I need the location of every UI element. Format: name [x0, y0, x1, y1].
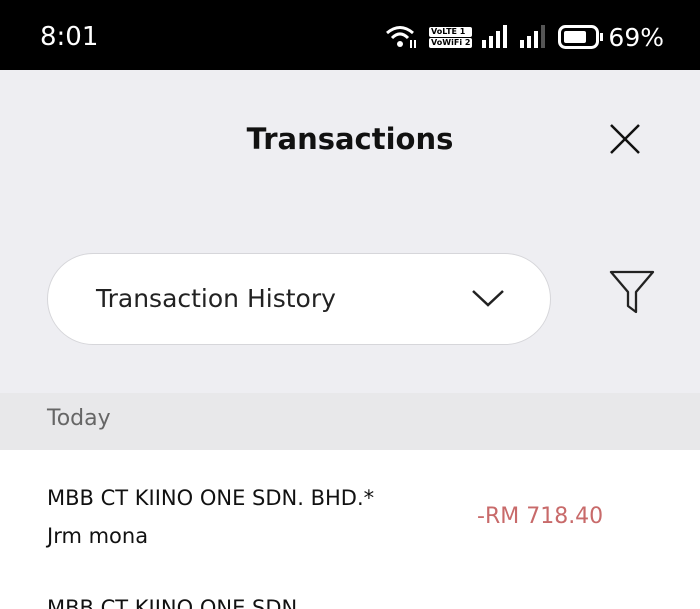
- battery-icon: [558, 25, 604, 49]
- clock: 8:01: [40, 22, 99, 52]
- transaction-detail: Jrm mona: [47, 524, 149, 548]
- section-header-today: Today: [0, 393, 700, 450]
- transaction-row[interactable]: MBB CT KIINO ONE SDN.: [0, 570, 700, 609]
- close-icon[interactable]: [606, 120, 644, 158]
- dropdown-selected-value: Transaction History: [96, 284, 336, 313]
- signal-icon-2: [520, 25, 546, 48]
- volte-indicator: VoLTE 1 VoWiFi 2: [429, 26, 473, 48]
- header: Transactions Transaction History: [0, 70, 700, 393]
- transaction-name: MBB CT KIINO ONE SDN. BHD.*: [47, 486, 375, 510]
- signal-icon-1: [482, 25, 508, 48]
- chevron-down-icon: [472, 290, 504, 307]
- transaction-type-dropdown[interactable]: Transaction History: [47, 253, 551, 345]
- transaction-row[interactable]: MBB CT KIINO ONE SDN. BHD.* Jrm mona -RM…: [0, 450, 700, 570]
- page-title: Transactions: [246, 122, 454, 156]
- wifi-icon: [386, 26, 417, 48]
- status-bar: 8:01 VoLTE 1 VoWiFi 2 69%: [0, 0, 700, 70]
- transaction-name: MBB CT KIINO ONE SDN.: [47, 596, 304, 609]
- battery: 69%: [558, 23, 664, 52]
- filter-icon[interactable]: [608, 268, 656, 316]
- transaction-amount: -RM 718.40: [477, 504, 604, 529]
